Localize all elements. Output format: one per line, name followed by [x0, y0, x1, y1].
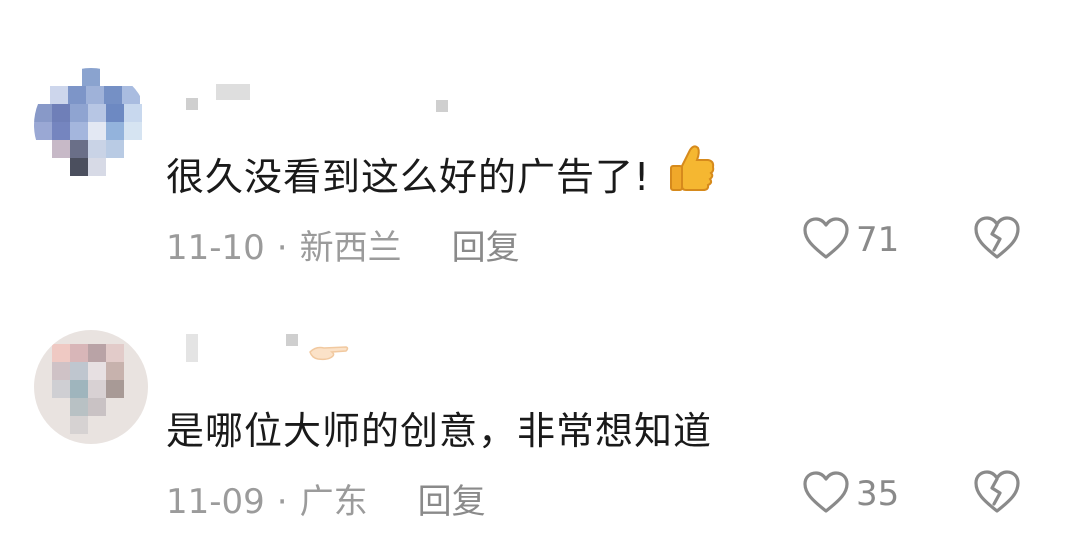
- meta-separator: ·: [276, 482, 288, 522]
- comment-item: 很久没看到这么好的广告了! 11-10 · 新西兰 回复 71: [0, 0, 1080, 268]
- like-count: 71: [856, 220, 900, 260]
- dislike-button[interactable]: [972, 214, 1022, 264]
- username-redacted[interactable]: [0, 0, 1080, 120]
- thumbs-up-emoji-icon: [668, 144, 716, 203]
- heart-outline-icon[interactable]: [802, 216, 850, 264]
- like-button[interactable]: 35: [802, 470, 899, 518]
- heart-outline-icon[interactable]: [802, 470, 850, 518]
- comment-date: 11-09: [166, 482, 265, 522]
- comment-location: 广东: [299, 482, 368, 522]
- meta-separator: ·: [276, 228, 288, 268]
- comment-location: 新西兰: [299, 228, 402, 268]
- comment-meta: 11-09 · 广东 回复: [166, 474, 486, 523]
- reply-button[interactable]: 回复: [452, 228, 520, 268]
- reply-button[interactable]: 回复: [418, 482, 486, 522]
- username-redacted[interactable]: [0, 268, 1080, 388]
- like-count: 35: [856, 474, 900, 514]
- dislike-button[interactable]: [972, 468, 1022, 518]
- broken-heart-icon[interactable]: [972, 216, 1022, 264]
- comment-date: 11-10: [166, 228, 265, 268]
- broken-heart-icon[interactable]: [972, 470, 1022, 518]
- pointing-hand-emoji-icon: [308, 342, 350, 364]
- comment-item: 是哪位大师的创意，非常想知道 11-09 · 广东 回复 35: [0, 268, 1080, 528]
- like-button[interactable]: 71: [802, 216, 899, 264]
- comment-text: 是哪位大师的创意，非常想知道: [166, 409, 713, 453]
- comment-meta: 11-10 · 新西兰 回复: [166, 220, 520, 269]
- comment-text: 很久没看到这么好的广告了!: [166, 144, 716, 203]
